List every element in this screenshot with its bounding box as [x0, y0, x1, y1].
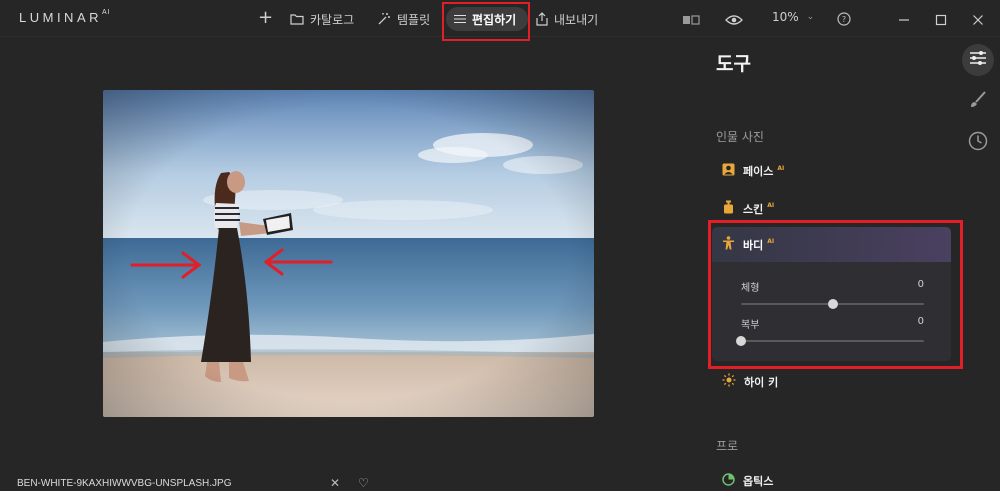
- section-portrait: 인물 사진: [716, 130, 764, 144]
- brush-icon: [969, 91, 987, 113]
- eye-icon[interactable]: [725, 11, 743, 30]
- app-logo: LUMINARAI: [19, 8, 111, 25]
- add-button[interactable]: +: [258, 5, 273, 29]
- minimize-icon[interactable]: [898, 11, 910, 30]
- nav-export-label: 내보내기: [554, 12, 599, 27]
- file-name: BEN-WHITE-9KAXHIWWVBG-UNSPLASH.JPG: [17, 478, 232, 489]
- tool-face-label: 페이스: [743, 165, 774, 178]
- brush-tab[interactable]: [962, 86, 994, 118]
- section-pro: 프로: [716, 439, 739, 453]
- nav-templates[interactable]: 템플릿: [377, 7, 430, 31]
- ai-badge: AI: [777, 164, 785, 172]
- share-icon: [536, 12, 548, 26]
- ai-badge: AI: [767, 202, 775, 209]
- sliders-icon: [969, 50, 987, 70]
- zoom-select[interactable]: 10% ⌄: [772, 10, 814, 24]
- annotation-highlight-edit: [442, 2, 530, 41]
- close-icon[interactable]: [972, 11, 984, 30]
- photo-canvas[interactable]: [103, 90, 594, 417]
- nav-catalog-label: 카탈로그: [310, 12, 355, 27]
- svg-text:?: ?: [842, 15, 846, 24]
- magic-wand-icon: [377, 12, 391, 26]
- tool-skin[interactable]: 스킨 AI: [722, 200, 774, 217]
- nav-templates-label: 템플릿: [397, 12, 431, 27]
- tool-high-key[interactable]: 하이 키: [722, 373, 778, 390]
- tool-skin-label: 스킨: [743, 202, 764, 216]
- folder-icon: [290, 13, 304, 25]
- chevron-down-icon: ⌄: [806, 12, 815, 22]
- panel-title: 도구: [716, 53, 751, 75]
- photo-image: [103, 90, 594, 417]
- history-tab[interactable]: [962, 127, 994, 159]
- nav-catalog[interactable]: 카탈로그: [290, 7, 354, 31]
- lotion-bottle-icon: [722, 200, 735, 217]
- reject-icon[interactable]: ✕: [330, 476, 340, 490]
- heart-icon[interactable]: ♡: [358, 476, 369, 490]
- compare-icon[interactable]: [682, 11, 700, 30]
- lens-icon: [722, 473, 735, 489]
- clock-icon: [968, 131, 988, 155]
- tools-tab[interactable]: [962, 44, 994, 76]
- help-icon[interactable]: ?: [837, 11, 851, 30]
- portrait-icon: [722, 163, 735, 179]
- tool-optics[interactable]: 옵틱스: [722, 473, 773, 489]
- sun-icon: [722, 373, 736, 390]
- tool-optics-label: 옵틱스: [743, 475, 774, 488]
- maximize-icon[interactable]: [935, 11, 947, 30]
- zoom-value: 10%: [772, 10, 799, 24]
- annotation-highlight-body: [708, 220, 963, 369]
- nav-export[interactable]: 내보내기: [536, 7, 598, 31]
- tool-high-key-label: 하이 키: [744, 375, 779, 389]
- tool-face[interactable]: 페이스 AI: [722, 163, 784, 179]
